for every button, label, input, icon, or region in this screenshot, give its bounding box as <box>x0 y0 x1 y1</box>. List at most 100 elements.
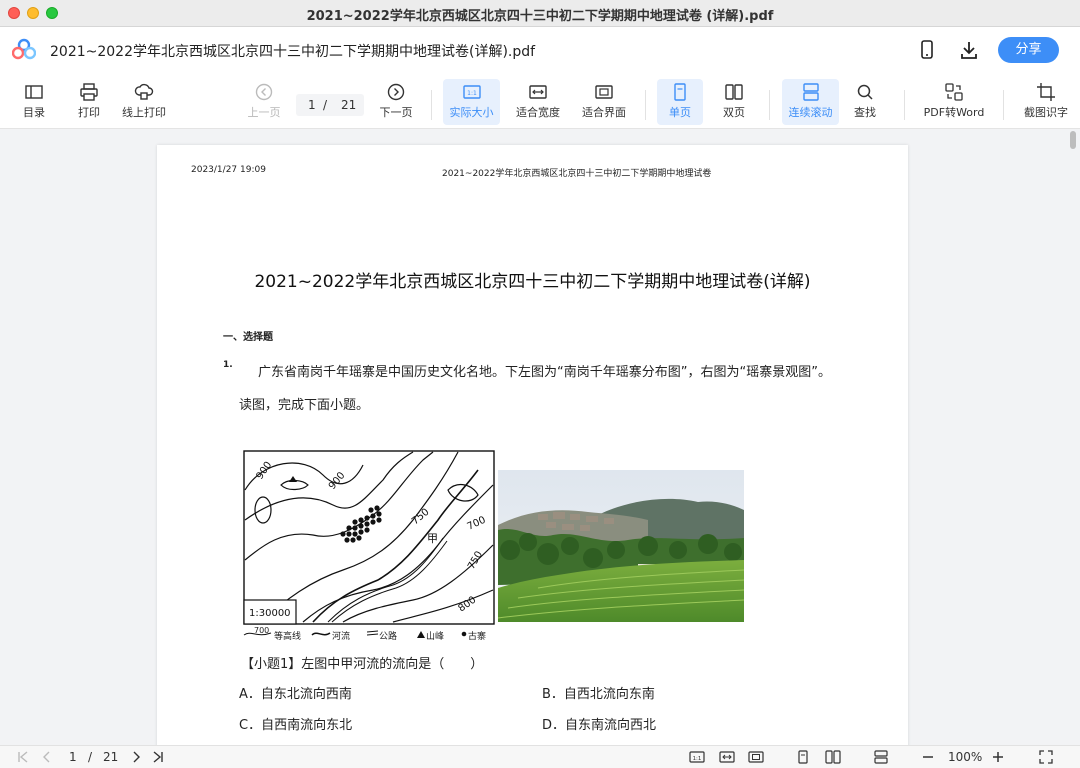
convert-icon <box>945 83 963 101</box>
option-b[interactable]: B．自西北流向东南 <box>542 683 655 702</box>
actual-size-icon[interactable]: 1:1 <box>689 750 705 764</box>
zoom-out-icon[interactable] <box>921 750 935 764</box>
fit-screen-icon <box>595 85 613 99</box>
last-page-icon[interactable] <box>151 750 165 764</box>
map-legend: 700 等高线 河流 公路 山峰 古寨 <box>243 626 495 642</box>
peak-legend-icon <box>417 631 425 638</box>
toc-label: 目录 <box>23 106 45 119</box>
double-page-label: 双页 <box>723 106 745 119</box>
chevron-left-circle-icon <box>255 83 273 101</box>
continuous-scroll-icon[interactable] <box>873 750 889 764</box>
fullscreen-icon[interactable] <box>1039 750 1053 764</box>
printer-icon <box>80 83 98 101</box>
actual-size-button[interactable]: 1:1 实际大小 <box>443 79 500 125</box>
pdf-to-word-button[interactable]: PDF转Word <box>920 79 988 125</box>
status-page-separator: / <box>88 750 93 764</box>
legend-road: 公路 <box>379 632 398 642</box>
prev-page-label: 上一页 <box>247 106 281 119</box>
toc-icon <box>25 85 43 99</box>
fit-width-icon[interactable] <box>719 750 735 764</box>
single-page-icon <box>674 83 686 101</box>
legend-contour: 等高线 <box>274 632 302 642</box>
app-logo-icon <box>12 38 36 60</box>
legend-peak: 山峰 <box>426 632 445 642</box>
section-heading: 一、选择题 <box>223 332 273 343</box>
toolbar: 目录 打印 线上打印 上一页 1 / 21 下一页 1:1 实际大小 适合宽度 … <box>0 73 1080 129</box>
find-label: 查找 <box>854 106 876 119</box>
vertical-scrollbar[interactable] <box>1070 131 1076 149</box>
online-print-button[interactable]: 线上打印 <box>118 79 170 125</box>
option-d[interactable]: D．自东南流向西北 <box>542 714 656 733</box>
map-scale: 1:30000 <box>249 608 291 619</box>
fit-screen-button[interactable]: 适合界面 <box>578 79 630 125</box>
single-page-button[interactable]: 单页 <box>657 79 703 125</box>
fit-screen-icon[interactable] <box>748 750 764 764</box>
page-number-input[interactable]: 1 / 21 <box>296 94 364 116</box>
single-page-label: 单页 <box>669 106 691 119</box>
toolbar-divider <box>431 90 432 120</box>
chevron-right-circle-icon <box>387 83 405 101</box>
actual-size-label: 实际大小 <box>449 106 494 119</box>
topographic-map: 900 900 750 700 750 800 甲 1:30000 <box>243 450 495 625</box>
next-page-icon[interactable] <box>129 750 143 764</box>
question-number: 1. <box>223 360 233 370</box>
status-bar: 1 / 21 1:1 100% <box>0 745 1080 768</box>
mobile-icon[interactable] <box>916 39 938 61</box>
sub-question: 【小题1】左图中甲河流的流向是（ ） <box>241 657 484 672</box>
share-button[interactable]: 分享 <box>998 37 1059 63</box>
status-current-page[interactable]: 1 <box>69 750 77 764</box>
page-title: 2021~2022学年北京西城区北京四十三中初二下学期期中地理试卷(详解) <box>254 272 811 292</box>
next-page-button[interactable]: 下一页 <box>376 79 416 125</box>
question-text: 广东省南岗千年瑶寨是中国历史文化名地。下左图为“南岗千年瑶寨分布图”，右图为“瑶… <box>258 365 831 380</box>
status-total-pages: 21 <box>103 750 119 764</box>
village-landscape-photo <box>498 470 744 622</box>
window-titlebar: 2021~2022学年北京西城区北京四十三中初二下学期期中地理试卷 (详解).p… <box>0 0 1080 27</box>
prev-page-icon[interactable] <box>40 750 54 764</box>
double-page-icon[interactable] <box>825 750 841 764</box>
document-viewer[interactable]: 2023/1/27 19:09 2021~2022学年北京西城区北京四十三中初二… <box>0 129 1080 745</box>
zoom-in-icon[interactable] <box>991 750 1005 764</box>
search-icon <box>857 84 873 100</box>
window-title: 2021~2022学年北京西城区北京四十三中初二下学期期中地理试卷 (详解).p… <box>306 9 774 24</box>
toolbar-divider <box>645 90 646 120</box>
single-page-icon[interactable] <box>796 750 810 764</box>
continuous-scroll-button[interactable]: 连续滚动 <box>782 79 839 125</box>
fit-width-icon <box>529 85 547 99</box>
app-header: 2021~2022学年北京西城区北京四十三中初二下学期期中地理试卷(详解).pd… <box>0 27 1080 73</box>
ocr-button[interactable]: 截图识字 <box>1019 79 1073 125</box>
next-page-label: 下一页 <box>379 106 413 119</box>
fit-width-button[interactable]: 适合宽度 <box>512 79 564 125</box>
total-pages-value: 21 <box>341 98 357 112</box>
current-page-value: 1 <box>308 98 316 112</box>
river-label-jia: 甲 <box>427 532 438 545</box>
download-icon[interactable] <box>958 39 980 61</box>
legend-contour-sample: 700 <box>254 626 270 635</box>
zoom-level[interactable]: 100% <box>948 750 982 764</box>
print-label: 打印 <box>78 106 100 119</box>
road-legend-icon <box>367 630 379 636</box>
online-print-label: 线上打印 <box>122 106 166 119</box>
print-button[interactable]: 打印 <box>71 79 107 125</box>
ocr-label: 截图识字 <box>1024 106 1068 119</box>
first-page-icon[interactable] <box>16 750 30 764</box>
prev-page-button[interactable]: 上一页 <box>244 79 284 125</box>
page-separator: / <box>323 98 328 112</box>
crop-icon <box>1037 83 1055 101</box>
option-a[interactable]: A．自东北流向西南 <box>239 683 352 702</box>
fit-screen-label: 适合界面 <box>582 106 626 119</box>
svg-text:1:1: 1:1 <box>467 90 477 97</box>
toc-button[interactable]: 目录 <box>16 79 52 125</box>
actual-size-icon: 1:1 <box>462 85 481 99</box>
document-name: 2021~2022学年北京西城区北京四十三中初二下学期期中地理试卷(详解).pd… <box>50 44 536 60</box>
question-text: 读图，完成下面小题。 <box>239 398 370 413</box>
double-page-button[interactable]: 双页 <box>714 79 754 125</box>
village-legend-icon <box>461 631 467 637</box>
toolbar-divider <box>769 90 770 120</box>
cloud-print-icon <box>134 83 154 100</box>
pdf-page: 2023/1/27 19:09 2021~2022学年北京西城区北京四十三中初二… <box>157 145 908 745</box>
option-c[interactable]: C．自西南流向东北 <box>239 714 352 733</box>
river-legend-icon <box>311 632 331 636</box>
find-button[interactable]: 查找 <box>847 79 883 125</box>
toolbar-divider <box>904 90 905 120</box>
svg-text:1:1: 1:1 <box>693 756 702 762</box>
